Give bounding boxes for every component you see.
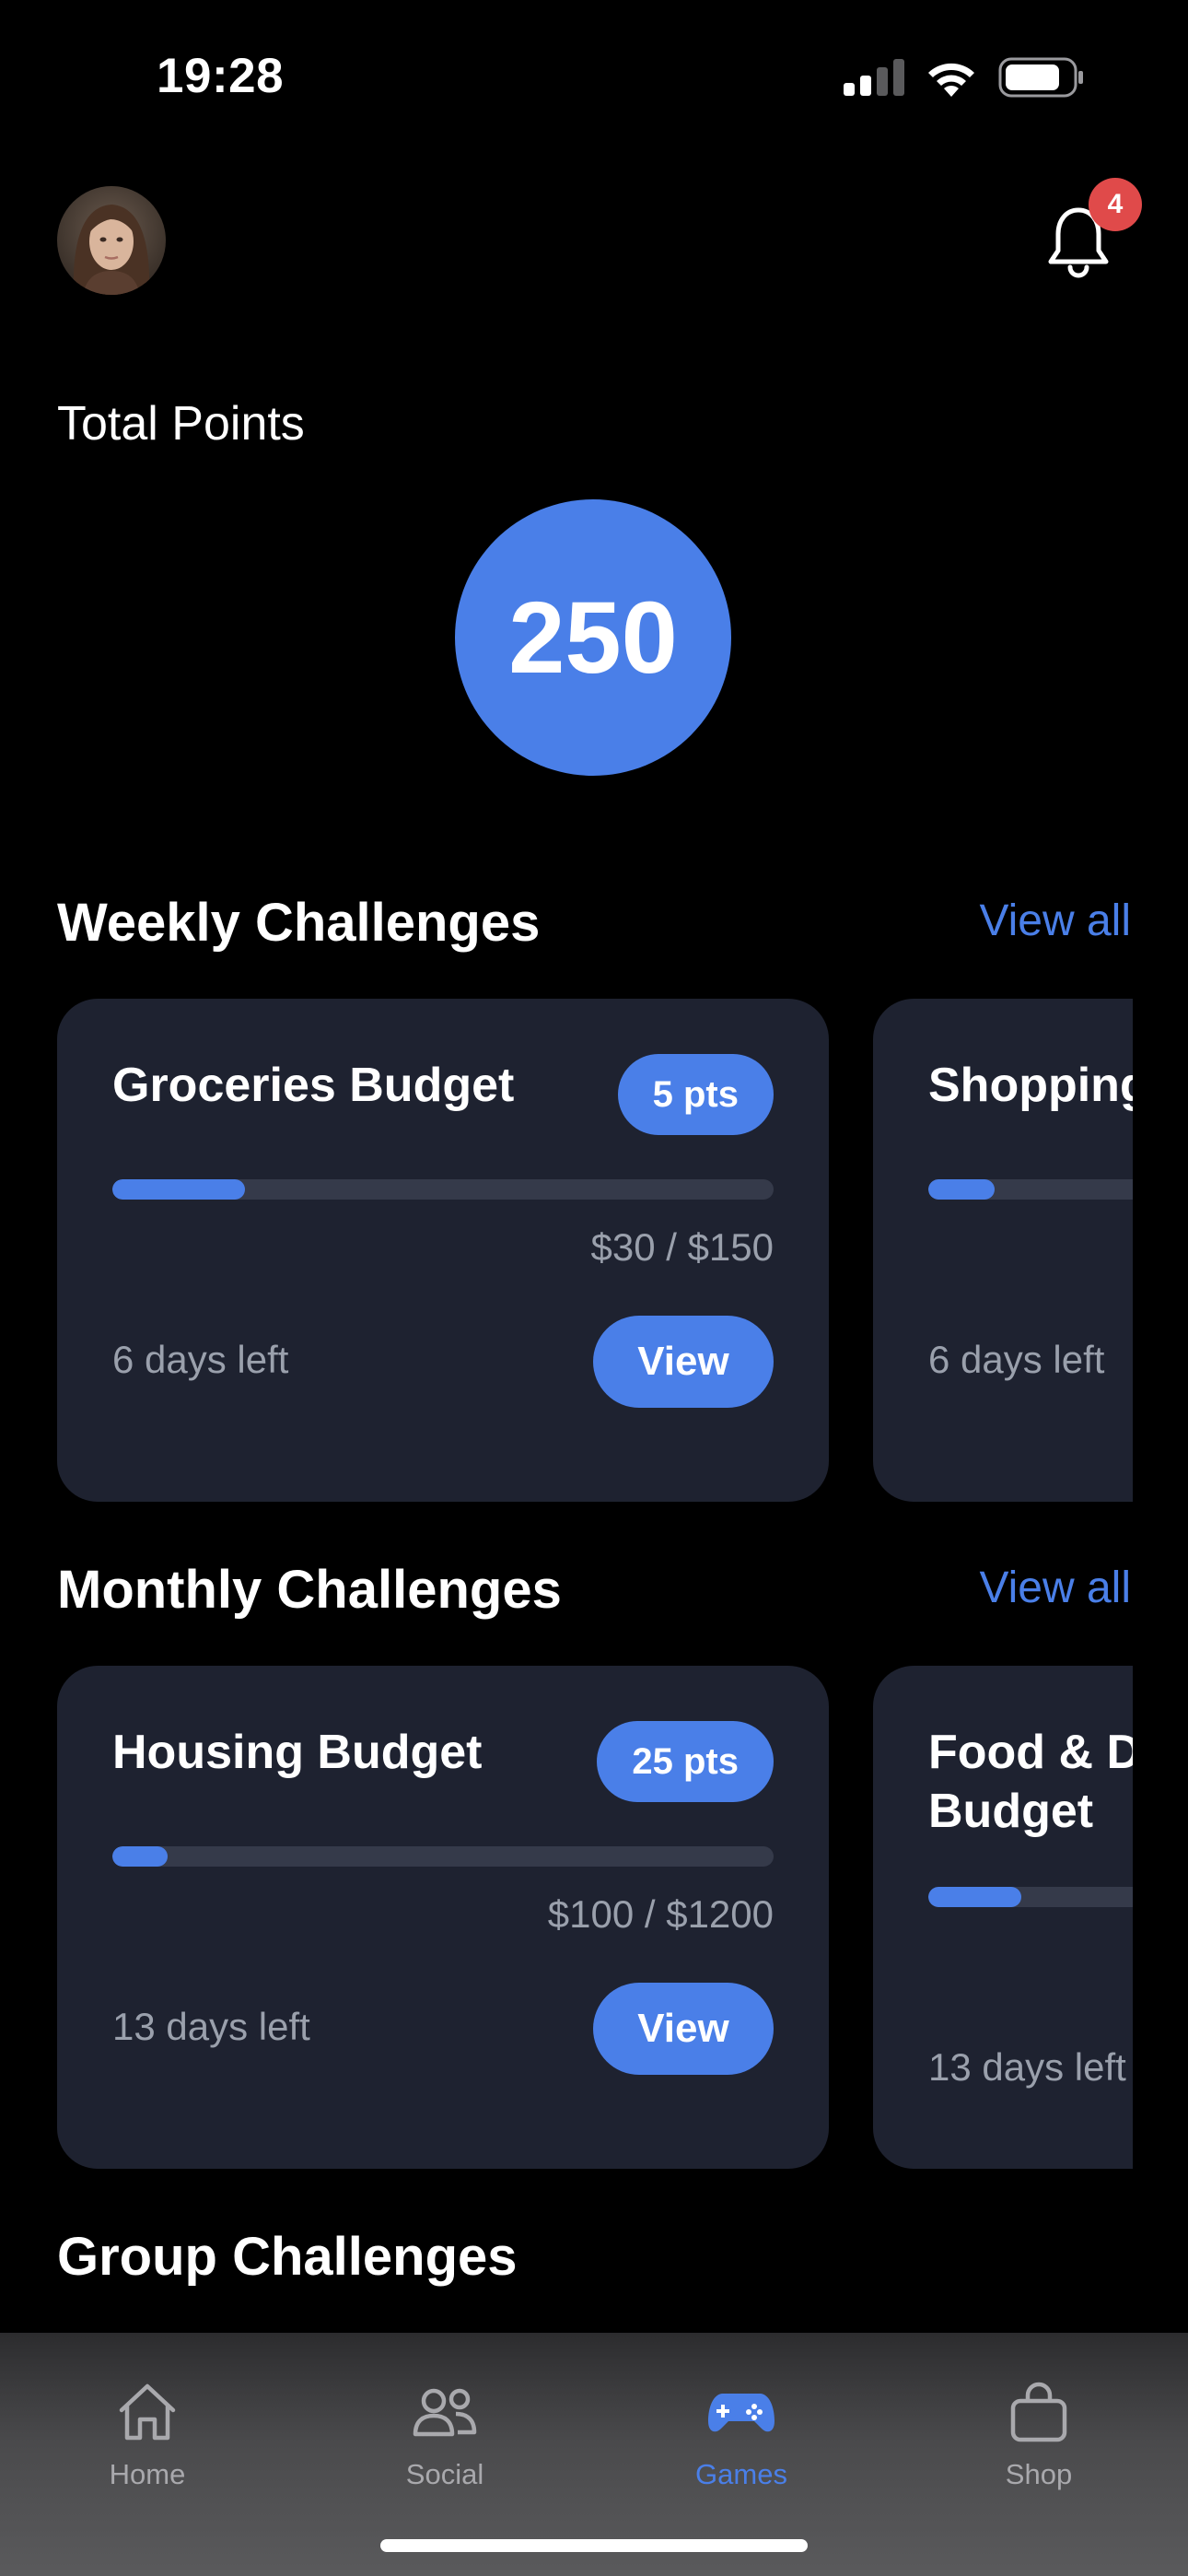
- tab-games[interactable]: Games: [649, 2381, 833, 2491]
- progress-fill: [928, 1179, 995, 1200]
- weekly-challenges-title: Weekly Challenges: [57, 893, 541, 953]
- challenge-title: Housing Budget: [112, 1726, 483, 1779]
- battery-icon: [998, 57, 1083, 98]
- wifi-icon: [928, 63, 974, 97]
- view-button[interactable]: View: [593, 1316, 774, 1408]
- challenge-card[interactable]: Housing Budget 25 pts $100 / $1200 13 da…: [57, 1666, 829, 2169]
- total-points-label: Total Points: [57, 397, 305, 451]
- progress-fill: [112, 1846, 168, 1867]
- tab-label: Games: [695, 2458, 787, 2490]
- challenge-amount: $100 / $1200: [547, 1892, 774, 1936]
- challenge-title: Food & D Budget: [928, 1723, 1133, 1841]
- points-badge: 25 pts: [597, 1721, 774, 1802]
- view-button[interactable]: View: [593, 1983, 774, 2075]
- days-left: 6 days left: [928, 1338, 1105, 1381]
- progress-fill: [112, 1179, 245, 1200]
- days-left: 13 days left: [112, 2005, 310, 2048]
- status-time: 19:28: [157, 49, 285, 103]
- status-icons: [844, 57, 1085, 98]
- challenge-title: Groceries Budget: [112, 1059, 515, 1112]
- signal-icon: [844, 59, 904, 96]
- people-icon: [413, 2388, 477, 2437]
- tab-label: Social: [405, 2458, 484, 2490]
- days-left: 13 days left: [928, 2045, 1126, 2089]
- tab-home[interactable]: Home: [55, 2381, 239, 2491]
- weekly-view-all-link[interactable]: View all: [979, 896, 1131, 946]
- screen: 19:28 4 Total Points 250 Weekly Challeng…: [0, 0, 1188, 2576]
- avatar[interactable]: [57, 186, 166, 295]
- progress-bar: [928, 1179, 1133, 1200]
- challenge-title-line1: Food & D: [928, 1726, 1133, 1779]
- challenge-card[interactable]: Shopping 6 days left: [873, 999, 1133, 1502]
- days-left: 6 days left: [112, 1338, 289, 1381]
- tab-social[interactable]: Social: [353, 2381, 537, 2491]
- monthly-challenges-title: Monthly Challenges: [57, 1560, 562, 1620]
- challenge-amount: $30 / $150: [590, 1225, 774, 1269]
- home-indicator[interactable]: [380, 2539, 808, 2552]
- monthly-view-all-link[interactable]: View all: [979, 1563, 1131, 1613]
- challenge-card[interactable]: Groceries Budget 5 pts $30 / $150 6 days…: [57, 999, 829, 1502]
- progress-fill: [928, 1887, 1021, 1907]
- progress-bar: [928, 1887, 1133, 1907]
- challenge-card[interactable]: Food & D Budget 13 days left: [873, 1666, 1133, 2169]
- tab-shop[interactable]: Shop: [947, 2381, 1131, 2491]
- notification-badge: 4: [1089, 178, 1142, 231]
- tab-label: Shop: [1005, 2458, 1073, 2490]
- challenge-title-line2: Budget: [928, 1785, 1094, 1838]
- group-challenges-title: Group Challenges: [57, 2227, 518, 2287]
- tab-label: Home: [109, 2458, 186, 2490]
- home-icon: [119, 2383, 176, 2441]
- monthly-carousel[interactable]: Housing Budget 25 pts $100 / $1200 13 da…: [0, 1666, 1133, 2169]
- challenge-title: Shopping: [928, 1059, 1133, 1112]
- progress-bar: [112, 1846, 774, 1867]
- bag-icon: [1010, 2382, 1067, 2442]
- weekly-carousel[interactable]: Groceries Budget 5 pts $30 / $150 6 days…: [0, 999, 1133, 1502]
- progress-bar: [112, 1179, 774, 1200]
- total-points-value: 250: [455, 499, 731, 776]
- gamepad-icon: [708, 2394, 775, 2432]
- points-badge: 5 pts: [617, 1054, 774, 1135]
